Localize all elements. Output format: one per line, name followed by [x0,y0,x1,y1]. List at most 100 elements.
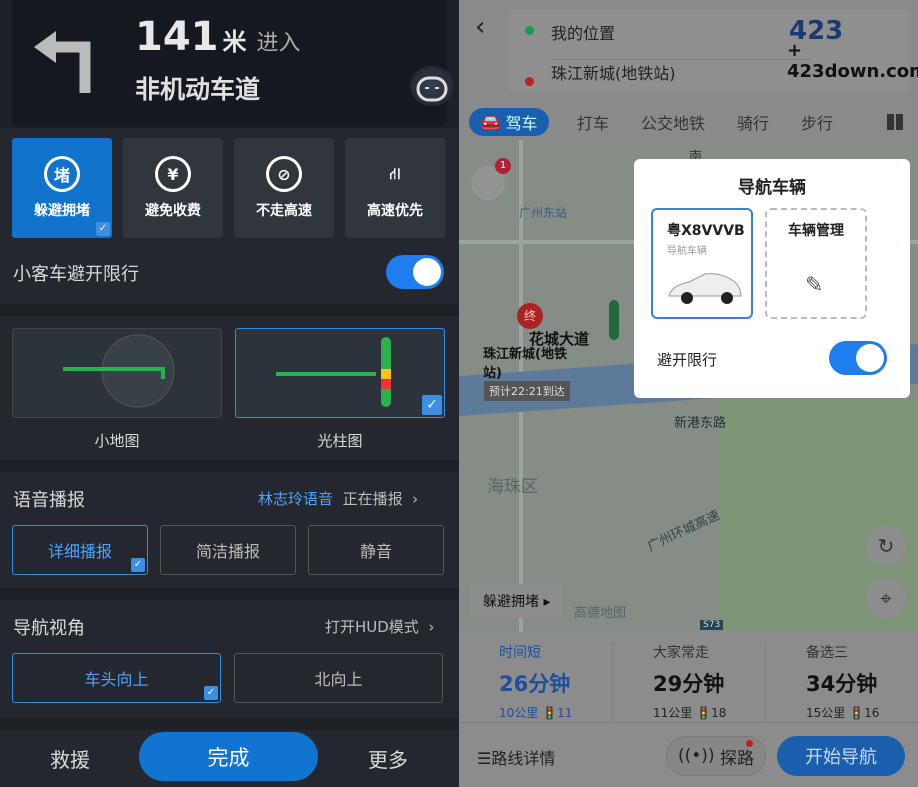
car-icon: 🚘 [480,112,506,132]
route-option[interactable]: 时间短 26分钟 10公里 🚦11 [459,642,609,721]
watermark-text: + 423down.com [787,40,918,82]
rescue-button[interactable]: 救援 [50,744,90,773]
avoid-limit-toggle[interactable] [386,255,444,289]
pref-no-highway[interactable]: ⊘ 不走高速 [234,138,334,238]
locate-icon[interactable]: ⌖ [866,578,906,618]
mini-map-option[interactable] [12,328,222,418]
avoid-limit-label: 小客车避开限行 [13,264,139,285]
check-icon: ✓ [422,395,442,415]
hud-mode-link[interactable]: 打开HUD模式 › [325,616,434,637]
distance-unit: 米 [222,28,247,56]
refresh-icon[interactable]: ↻ [866,526,906,566]
voice-title: 语音播报 [13,490,85,511]
route-lights: 11 [557,706,573,720]
option-label: 北向上 [314,670,363,689]
tab-walk[interactable]: 步行 [801,110,833,134]
eta-label: 预计22:21到达 [484,381,570,401]
voice-detailed-button[interactable]: 详细播报 ✓ [12,525,148,575]
notification-badge: 1 [495,158,511,174]
congestion-icon: 堵 [44,156,80,192]
vehicle-card[interactable]: 粤X8VVVB 导航车辆 [651,208,753,319]
done-button[interactable]: 完成 [139,732,318,781]
car-image [668,273,742,304]
route-label: 大家常走 [653,645,709,661]
more-button[interactable]: 更多 [368,744,408,773]
heading-up-button[interactable]: 车头向上 ✓ [12,653,221,703]
avoid-limit-toggle[interactable] [829,341,887,375]
voice-select-link[interactable]: 林志玲语音 正在播报 › [258,488,418,509]
check-icon: ✓ [131,558,145,572]
plate-sub: 导航车辆 [667,246,707,257]
route-line [609,300,619,340]
route-details-button[interactable]: ☰路线详情 [477,745,555,769]
voice-status: 正在播报 [342,490,403,508]
origin-input[interactable]: 我的位置 [551,20,615,44]
route-distance: 11公里 [653,706,693,720]
route-sub: 15公里 🚦16 [806,704,915,721]
vehicle-manage-card[interactable]: 车辆管理 ✎ [765,208,867,319]
watermark-label: 423down.com [787,61,918,82]
voice-brief-button[interactable]: 简洁播报 [160,525,296,575]
tab-transit[interactable]: 公交地铁 [641,110,705,134]
chevron-right-icon: › [428,618,435,636]
route-panel: 时间短 26分钟 10公里 🚦11 大家常走 29分钟 11公里 🚦18 备选三 34分钟… [459,632,918,787]
no-highway-icon: ⊘ [266,156,302,192]
destination-input[interactable]: 珠江新城(地铁站) [551,60,676,84]
button-label: 路线详情 [491,749,556,768]
divider [459,722,918,723]
route-lights: 16 [864,706,880,720]
route-option[interactable]: 备选三 34分钟 15公里 🚦16 [765,642,915,721]
voice-assistant-icon[interactable] [410,66,454,106]
manage-label: 车辆管理 [788,223,844,239]
road-label: 新港东路 [674,416,727,431]
route-time: 26分钟 [499,672,571,696]
plate-number: 粤X8VVVB [667,223,745,239]
tab-bike[interactable]: 骑行 [737,110,769,134]
nav-settings-panel: 141 米进入 非机动车道 堵躲避拥堵 ✓ ¥ 避免收费 ⊘ 不走高速 ⛙ 高速优先 小客… [0,0,459,787]
red-dot-badge [746,740,753,747]
pref-avoid-toll[interactable]: ¥ 避免收费 [123,138,223,238]
route-distance: 10公里 [499,706,539,720]
grid-menu-icon[interactable] [887,114,903,130]
option-label: 简洁播报 [195,542,260,561]
route-option[interactable]: 大家常走 29分钟 11公里 🚦18 [612,642,762,721]
list-icon: ☰ [477,749,492,768]
station-label: 广州东站 [519,206,568,220]
vehicle-popup: 导航车辆 粤X8VVVB 导航车辆 车辆管理 ✎ 避开限行 [634,159,910,398]
hud-label: 打开HUD模式 [325,618,419,636]
view-title: 导航视角 [13,618,85,639]
origin-dot-icon [525,26,534,35]
light-bar-label: 光柱图 [317,432,363,450]
destination-dot-icon [525,77,534,86]
traffic-light-icon: 🚦 [849,706,865,720]
start-navigation-button[interactable]: 开始导航 [777,736,905,776]
highway-icon: ⛙ [389,163,401,183]
search-header: ‹ 我的位置 珠江新城(地铁站) 423 + 423down.com 🚘 驾车 … [459,0,918,140]
north-up-button[interactable]: 北向上 [234,653,443,703]
tab-drive[interactable]: 🚘 驾车 [469,108,549,136]
edit-icon: ✎ [805,273,824,298]
back-icon[interactable]: ‹ [475,12,485,42]
route-planning-screen: ‹ 我的位置 珠江新城(地铁站) 423 + 423down.com 🚘 驾车 … [459,0,918,787]
popup-title: 导航车辆 [738,178,806,198]
tab-taxi[interactable]: 打车 [577,110,609,134]
option-label: 详细播报 [47,542,112,561]
pref-highway-first[interactable]: ⛙ 高速优先 [345,138,445,238]
turn-guidance: 141 米进入 非机动车道 [0,0,459,128]
pref-label: 高速优先 [367,203,423,219]
voice-mute-button[interactable]: 静音 [308,525,444,575]
district-label: 海珠区 [487,477,538,497]
pref-avoid-congestion[interactable]: 堵躲避拥堵 ✓ [12,138,112,238]
avoid-congestion-button[interactable]: 躲避拥堵 ▸ [471,584,563,618]
pref-label: 避免收费 [145,203,201,219]
button-label: 躲避拥堵 [483,594,539,610]
check-icon: ✓ [204,686,218,700]
voice-name: 林志玲语音 [258,490,334,508]
divider [0,718,459,730]
road-label: 广州环城高速 [645,508,723,555]
route-lights: 18 [711,706,727,720]
tab-label: 驾车 [505,114,538,133]
route-distance: 15公里 [806,706,846,720]
turn-left-icon [34,31,91,93]
light-bar-option[interactable]: ✓ [235,328,445,418]
